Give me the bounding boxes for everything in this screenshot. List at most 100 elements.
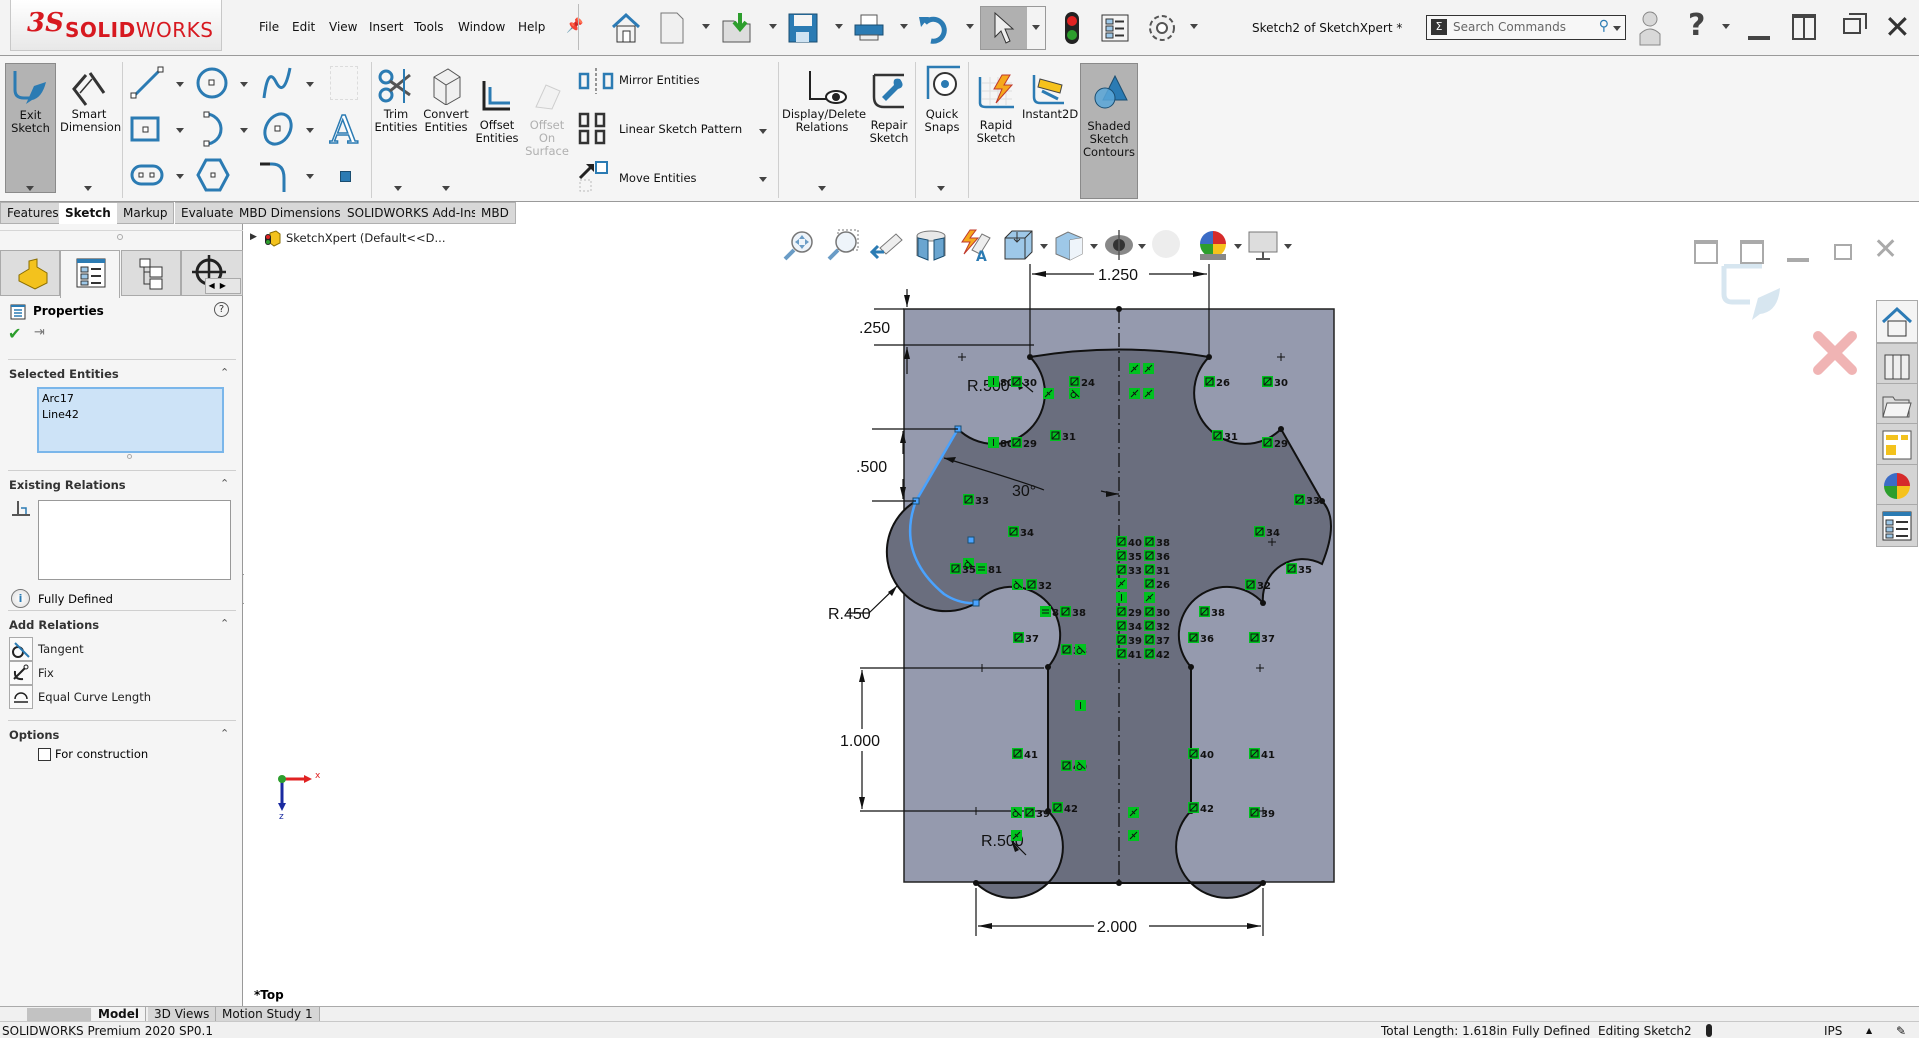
minimize-icon[interactable] (1748, 36, 1770, 40)
mirror-entities-button[interactable]: Mirror Entities (578, 68, 768, 94)
rebuild-icon[interactable] (1052, 8, 1092, 48)
menu-edit[interactable]: Edit (292, 20, 315, 34)
save-icon[interactable] (783, 8, 823, 48)
keep-visible-pin-icon[interactable]: ⇥ (34, 325, 45, 340)
dim-side-radius[interactable]: R.450 (828, 606, 871, 623)
dim-bottom-width[interactable]: 2.000 (1097, 919, 1137, 936)
undo-dropdown[interactable] (966, 24, 974, 29)
search-dropdown[interactable] (1613, 26, 1621, 31)
help-icon[interactable]: ? (1688, 8, 1705, 43)
options-dropdown[interactable] (1190, 24, 1198, 29)
menu-view[interactable]: View (329, 20, 357, 34)
save-dropdown[interactable] (835, 24, 843, 29)
dim-top-width[interactable]: 1.250 (1098, 267, 1138, 284)
rapid-sketch-button[interactable]: Rapid Sketch (972, 63, 1020, 193)
shaded-sketch-contours-button[interactable]: Shaded Sketch Contours (1080, 63, 1138, 199)
fillet-tool-icon[interactable] (258, 156, 298, 194)
move-dropdown[interactable] (759, 177, 767, 182)
search-commands-input[interactable]: Σ Search Commands ⚲ (1426, 15, 1626, 40)
quick-snaps-button[interactable]: Quick Snaps (918, 63, 966, 193)
relation-marker[interactable] (976, 563, 987, 574)
existing-relations-header[interactable]: Existing Relations (9, 478, 126, 492)
task-pane-view-palette-icon[interactable] (1876, 423, 1918, 466)
configuration-manager-tab[interactable] (121, 250, 181, 296)
slot-tool-icon[interactable] (128, 156, 168, 194)
dim-top-offset[interactable]: .250 (859, 320, 890, 337)
fix-relation-icon[interactable] (9, 661, 33, 685)
select-button-group[interactable] (980, 6, 1046, 50)
rectangle-dropdown[interactable] (176, 128, 184, 133)
tab-features[interactable]: Features (0, 202, 66, 224)
ellipse-dropdown[interactable] (306, 128, 314, 133)
home-icon[interactable] (606, 8, 646, 48)
unit-system[interactable]: IPS (1824, 1024, 1842, 1038)
task-pane-home-icon[interactable] (1876, 300, 1918, 343)
smart-dimension-dropdown[interactable] (84, 186, 92, 191)
tab-solidworks-add-ins[interactable]: SOLIDWORKS Add-Ins (341, 202, 485, 224)
collapse-add-relations-icon[interactable]: ⌃ (220, 617, 229, 630)
slot-dropdown[interactable] (176, 174, 184, 179)
linear-pattern-dropdown[interactable] (759, 129, 767, 134)
collapse-options-icon[interactable]: ⌃ (220, 727, 229, 740)
exit-sketch-button[interactable]: Exit Sketch (5, 63, 56, 193)
options-header[interactable]: Options (9, 728, 59, 742)
tab-evaluate[interactable]: Evaluate (175, 202, 241, 224)
line-dropdown[interactable] (176, 82, 184, 87)
dimxpert-manager-tab[interactable]: ◀ ▶ (181, 250, 243, 296)
tab-scroll-buttons[interactable] (27, 1008, 91, 1021)
fillet-dropdown[interactable] (306, 174, 314, 179)
tangent-relation-button[interactable]: Tangent (38, 642, 84, 656)
file-properties-icon[interactable] (1095, 8, 1135, 48)
panel-tab-scroll[interactable]: ◀ ▶ (205, 278, 241, 294)
tab-mbd[interactable]: MBD (475, 202, 516, 224)
offset-entities-button[interactable]: Offset Entities (474, 63, 520, 193)
fix-relation-button[interactable]: Fix (38, 666, 54, 680)
move-entities-button[interactable]: Move Entities (578, 160, 768, 194)
tile-window-icon[interactable] (1792, 14, 1816, 40)
menu-help[interactable]: Help (518, 20, 545, 34)
quick-snaps-dropdown[interactable] (937, 186, 945, 191)
help-question-icon[interactable]: ? (214, 302, 229, 317)
solidworks-logo[interactable]: 3S SOLIDWORKS (10, 0, 222, 51)
for-construction-label[interactable]: For construction (55, 747, 148, 761)
new-dropdown[interactable] (702, 24, 710, 29)
dim-angle[interactable]: 30° (1012, 483, 1036, 500)
rebuild-status-icon[interactable] (1706, 1024, 1712, 1037)
pin-icon[interactable]: 📌 (566, 18, 583, 34)
display-delete-relations-button[interactable]: Display/Delete Relations (782, 63, 866, 193)
arc-tool-icon[interactable] (194, 110, 234, 148)
units-up-arrow[interactable]: ▲ (1866, 1026, 1872, 1035)
ok-checkmark-icon[interactable]: ✔ (8, 324, 21, 343)
trim-dropdown[interactable] (394, 186, 402, 191)
search-icon[interactable]: ⚲ (1599, 18, 1609, 34)
exit-sketch-dropdown[interactable] (26, 186, 34, 191)
tab-mbd-dimensions[interactable]: MBD Dimensions (233, 202, 348, 224)
equal-curve-length-button[interactable]: Equal Curve Length (38, 690, 151, 704)
tab-sketch[interactable]: Sketch (59, 202, 118, 224)
add-relations-header[interactable]: Add Relations (9, 618, 99, 632)
feature-manager-tab[interactable] (0, 250, 60, 296)
line-tool-icon[interactable] (128, 64, 168, 102)
task-pane-custom-properties-icon[interactable] (1876, 504, 1918, 547)
collapse-selected-entities-icon[interactable]: ⌃ (220, 366, 229, 379)
collapse-existing-relations-icon[interactable]: ⌃ (220, 477, 229, 490)
polygon-tool-icon[interactable] (194, 156, 234, 194)
open-icon[interactable] (718, 8, 758, 48)
task-pane-design-library-icon[interactable] (1876, 343, 1918, 386)
for-construction-checkbox[interactable] (38, 748, 51, 761)
menu-tools[interactable]: Tools (414, 20, 444, 34)
dim-side-height[interactable]: .500 (856, 459, 887, 476)
dim-stem-height[interactable]: 1.000 (840, 733, 880, 750)
relation-marker[interactable] (1040, 606, 1051, 617)
circle-tool-icon[interactable] (192, 64, 232, 102)
point-tool-icon[interactable] (340, 171, 351, 182)
repair-sketch-button[interactable]: Repair Sketch (864, 63, 914, 193)
property-manager-tab[interactable] (60, 250, 120, 298)
equal-curve-length-icon[interactable] (9, 685, 33, 709)
print-dropdown[interactable] (900, 24, 908, 29)
select-icon[interactable] (981, 7, 1027, 49)
rectangle-tool-icon[interactable] (128, 110, 168, 148)
arc-dropdown[interactable] (240, 128, 248, 133)
graphics-area[interactable]: ▶ SketchXpert (Default<<D... A ✕ 1.250 .… (244, 224, 1919, 1006)
options-gear-icon[interactable] (1142, 8, 1182, 48)
